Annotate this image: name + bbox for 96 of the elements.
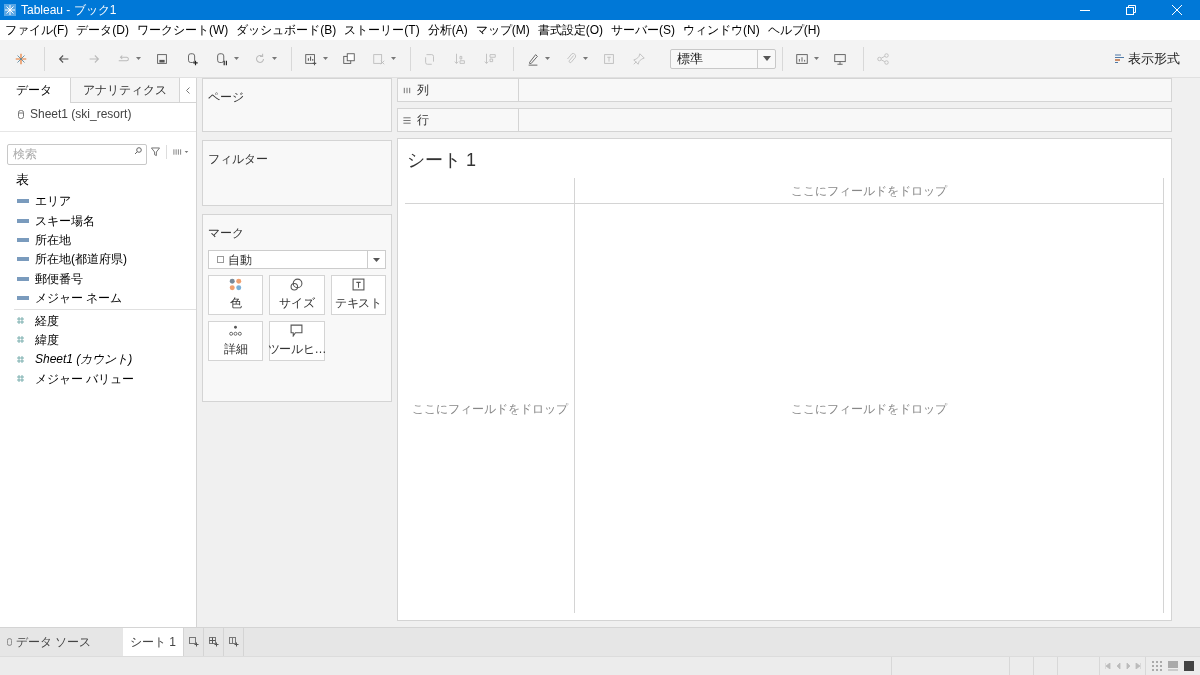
marks-button[interactable]: テキスト xyxy=(330,275,386,315)
marks-button[interactable]: 色 xyxy=(208,275,264,315)
duplicate-icon[interactable] xyxy=(342,51,356,66)
text-box-icon xyxy=(351,278,365,291)
new-story-icon[interactable] xyxy=(228,637,239,647)
card-title: ページ xyxy=(208,90,244,104)
caret-icon[interactable] xyxy=(391,57,396,60)
speech-bubble-icon xyxy=(290,324,304,337)
database-icon xyxy=(18,109,24,119)
dimension-field[interactable]: エリア xyxy=(35,192,71,211)
fit-dropdown[interactable]: 標準 xyxy=(670,48,776,69)
abc-type-icon xyxy=(17,218,29,223)
dots-icon xyxy=(229,324,243,337)
caret-icon[interactable] xyxy=(234,57,239,60)
menu-item[interactable]: 書式設定(O) xyxy=(537,21,603,39)
show-cards-icon[interactable] xyxy=(795,51,809,66)
dimension-field[interactable]: 所在地(都道府県) xyxy=(35,250,127,269)
section-heading: 表 xyxy=(16,171,29,189)
circles-icon xyxy=(290,278,304,291)
pause-updates-icon[interactable] xyxy=(215,51,229,66)
measure-field[interactable]: Sheet1 (カウント) xyxy=(35,350,133,369)
number-type-icon xyxy=(17,375,24,383)
rows-shelf[interactable]: 行 xyxy=(397,108,1172,132)
logo-icon[interactable] xyxy=(14,51,28,66)
window-title: Tableau - ブック1 xyxy=(21,2,117,19)
number-type-icon xyxy=(17,336,24,344)
caret-icon[interactable] xyxy=(583,57,588,60)
presentation-icon[interactable] xyxy=(833,51,847,66)
card-title: フィルター xyxy=(208,152,268,166)
close-icon[interactable] xyxy=(1172,5,1182,15)
menu-item[interactable]: ヘルプ(H) xyxy=(767,21,821,39)
new-dashboard-icon[interactable] xyxy=(208,637,219,647)
caret-icon[interactable] xyxy=(545,57,550,60)
dimension-field[interactable]: 郵便番号 xyxy=(35,269,83,288)
search-field[interactable]: 検索 xyxy=(7,143,147,165)
caret-icon xyxy=(373,257,380,262)
search-icon xyxy=(134,147,142,155)
new-datasource-icon[interactable] xyxy=(185,51,199,66)
new-worksheet-icon[interactable] xyxy=(304,51,318,66)
show-me-icon xyxy=(1115,54,1124,63)
abc-type-icon xyxy=(17,257,29,262)
dimension-field[interactable]: メジャー ネーム xyxy=(35,289,123,308)
measure-field[interactable]: 経度 xyxy=(35,311,59,330)
menu-item[interactable]: ストーリー(T) xyxy=(344,21,420,39)
minimize-icon[interactable] xyxy=(1080,9,1090,11)
app-logo-icon xyxy=(4,4,16,16)
rows-icon xyxy=(403,115,411,125)
mark-type-dropdown[interactable]: 自動 xyxy=(208,250,386,269)
abc-type-icon xyxy=(17,276,29,281)
abc-type-icon xyxy=(17,199,29,204)
dimension-field[interactable]: 所在地 xyxy=(35,230,71,249)
number-type-icon xyxy=(17,355,24,363)
marks-button[interactable]: 詳細 xyxy=(208,321,264,361)
marks-button[interactable]: サイズ xyxy=(269,275,325,315)
menu-item[interactable]: ワークシート(W) xyxy=(137,21,229,39)
abc-type-icon xyxy=(17,296,29,301)
number-type-icon xyxy=(17,317,24,325)
menu-item[interactable]: ダッシュボード(B) xyxy=(236,21,337,39)
drop-hint: ここにフィールドをドロップ xyxy=(411,400,568,418)
menu-item[interactable]: 分析(A) xyxy=(427,21,468,39)
columns-icon xyxy=(403,85,411,95)
pane-tab[interactable]: アナリティクス xyxy=(70,78,180,102)
caret-icon[interactable] xyxy=(814,57,819,60)
show-me-button[interactable]: 表示形式 xyxy=(1115,48,1180,69)
new-worksheet-icon[interactable] xyxy=(188,637,199,647)
menu-item[interactable]: マップ(M) xyxy=(475,21,530,39)
dimension-field[interactable]: スキー場名 xyxy=(35,211,95,230)
save-icon[interactable] xyxy=(155,51,169,66)
caret-icon[interactable] xyxy=(323,57,328,60)
drop-hint: ここにフィールドをドロップ xyxy=(791,400,947,418)
datasource-name[interactable]: Sheet1 (ski_resort) xyxy=(30,105,132,123)
card-title: マーク xyxy=(208,225,244,242)
restore-icon[interactable] xyxy=(1126,5,1136,15)
color-dots-icon xyxy=(229,278,243,291)
menu-item[interactable]: サーバー(S) xyxy=(611,21,675,39)
caret-icon[interactable] xyxy=(272,57,277,60)
database-icon xyxy=(7,638,12,646)
marks-button[interactable]: ツールヒ… xyxy=(269,321,325,361)
menu-item[interactable]: ファイル(F) xyxy=(5,21,69,39)
menu-item[interactable]: ウィンドウ(N) xyxy=(683,21,760,39)
caret-icon[interactable] xyxy=(136,57,141,60)
sheet-title: シート 1 xyxy=(407,149,476,172)
collapse-icon[interactable] xyxy=(186,86,190,94)
columns-shelf[interactable]: 列 xyxy=(397,78,1172,102)
abc-type-icon xyxy=(17,237,29,242)
drop-hint: ここにフィールドをドロップ xyxy=(791,182,947,200)
auto-mark-icon xyxy=(217,256,224,263)
paperclip-icon[interactable] xyxy=(564,51,578,66)
filter-icon[interactable] xyxy=(151,146,160,157)
menu-item[interactable]: データ(D) xyxy=(76,21,129,39)
view-options-icon[interactable] xyxy=(172,147,189,156)
measure-field[interactable]: メジャー バリュー xyxy=(35,369,135,388)
sheet-tab[interactable]: シート 1 xyxy=(123,628,183,656)
caret-icon xyxy=(762,56,771,61)
measure-field[interactable]: 緯度 xyxy=(35,330,59,349)
highlight-pen-icon[interactable] xyxy=(526,51,540,66)
